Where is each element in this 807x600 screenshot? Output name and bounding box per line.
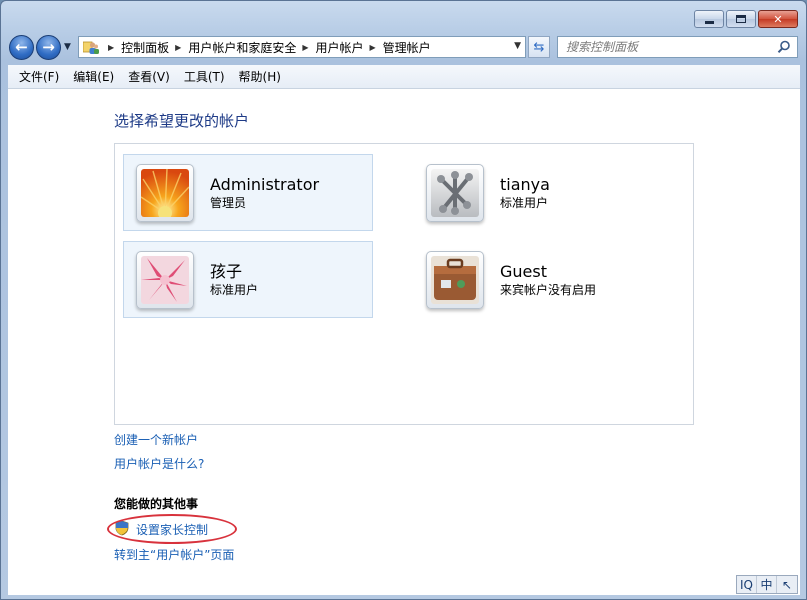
avatar [426,250,484,309]
account-tile-guest[interactable]: Guest 来宾帐户没有启用 [413,241,663,318]
account-tile-tianya[interactable]: tianya 标准用户 [413,154,663,231]
menu-bar: 文件(F) 编辑(E) 查看(V) 工具(T) 帮助(H) [8,65,800,89]
search-icon[interactable] [777,40,791,54]
goto-main-user-accounts-link[interactable]: 转到主“用户帐户”页面 [114,546,234,563]
orange-flower-picture-icon [141,168,189,217]
maximize-button[interactable] [726,10,756,28]
account-type: 来宾帐户没有启用 [500,282,597,297]
menu-edit[interactable]: 编辑(E) [66,68,121,85]
breadcrumb-separator-icon[interactable]: ▶ [108,43,114,52]
silver-jacks-picture-icon [431,168,479,217]
navigation-buttons: ← → ▼ [9,34,74,60]
forward-arrow-icon: → [42,38,55,56]
breadcrumb-control-panel[interactable]: 控制面板 [121,39,169,56]
caption-buttons: ✕ [694,10,798,28]
ime-chinese-mode[interactable]: 中 [757,576,777,593]
menu-view[interactable]: 查看(V) [121,68,177,85]
menu-file[interactable]: 文件(F) [12,68,66,85]
account-name: 孩子 [210,261,243,281]
what-is-user-account-link[interactable]: 用户帐户是什么? [114,455,204,472]
minimize-button[interactable] [694,10,724,28]
explorer-window: ✕ ← → ▼ ▶ 控制面板 ▶ 用户帐户和家庭安全 ▶ 用户帐户 ▶ 管理帐户 [0,0,807,600]
account-type: 管理员 [210,195,247,210]
breadcrumb-user-accounts-family-safety[interactable]: 用户帐户和家庭安全 [188,39,296,56]
breadcrumb-separator-icon[interactable]: ▶ [302,43,308,52]
close-icon: ✕ [773,12,783,26]
avatar [136,250,194,309]
highlight-annotation [107,514,237,544]
close-button[interactable]: ✕ [758,10,798,28]
accounts-list: Administrator 管理员 tianya 标准用户 孩子 标准用户 Gu… [114,143,694,425]
minimize-icon [695,11,723,27]
breadcrumb-separator-icon[interactable]: ▶ [370,43,376,52]
ime-cursor-icon[interactable]: ↖ [777,576,797,593]
account-name: tianya [500,174,550,194]
address-bar[interactable]: ▶ 控制面板 ▶ 用户帐户和家庭安全 ▶ 用户帐户 ▶ 管理帐户 ▼ [78,36,526,58]
page-title: 选择希望更改的帐户 [114,112,250,130]
content-pane: 选择希望更改的帐户 Administrator 管理员 tianya 标准用户 … [8,89,800,595]
account-name: Guest [500,261,547,281]
account-type: 标准用户 [500,195,549,210]
refresh-button[interactable]: ⇆ [528,36,550,58]
menu-help[interactable]: 帮助(H) [232,68,288,85]
breadcrumb-separator-icon[interactable]: ▶ [175,43,181,52]
refresh-icon: ⇆ [533,39,545,55]
account-tile-child[interactable]: 孩子 标准用户 [123,241,373,318]
breadcrumb-manage-accounts[interactable]: 管理帐户 [383,39,431,56]
back-button[interactable]: ← [9,34,34,60]
ime-logo-icon[interactable]: IQ [737,576,757,593]
search-box [557,36,798,58]
users-folder-icon [82,39,99,55]
pink-flower-picture-icon [141,255,189,304]
breadcrumb-user-accounts[interactable]: 用户帐户 [316,39,364,56]
account-name: Administrator [210,174,320,194]
other-tasks-heading: 您能做的其他事 [114,497,199,511]
menu-tools[interactable]: 工具(T) [177,68,232,85]
avatar [426,163,484,222]
ime-status-bar: IQ 中 ↖ [736,575,798,594]
address-dropdown-icon[interactable]: ▼ [514,41,521,51]
avatar [136,163,194,222]
maximize-icon [727,11,755,27]
forward-button[interactable]: → [36,34,61,60]
back-arrow-icon: ← [15,38,28,56]
search-input[interactable] [566,40,766,54]
account-tile-administrator[interactable]: Administrator 管理员 [123,154,373,231]
suitcase-picture-icon [431,255,479,304]
recent-pages-dropdown-icon[interactable]: ▼ [64,42,71,52]
create-account-link[interactable]: 创建一个新帐户 [114,431,198,448]
account-type: 标准用户 [210,282,259,297]
